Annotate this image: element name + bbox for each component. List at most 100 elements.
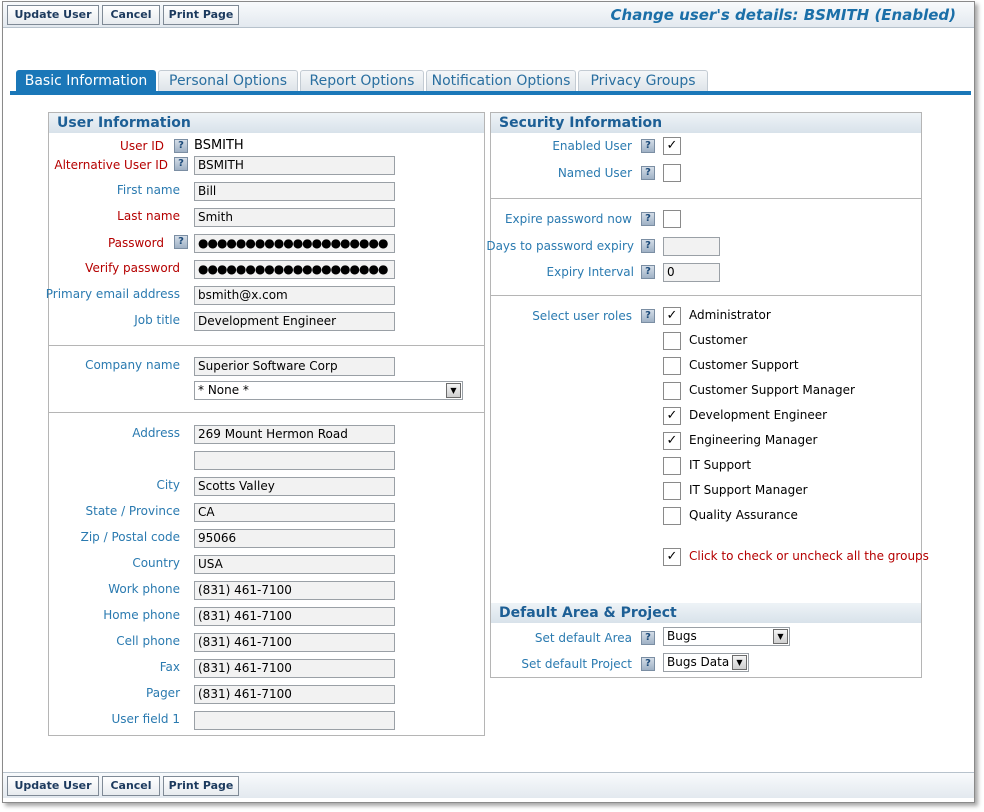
default-area-select[interactable]: Bugs ▼	[663, 627, 790, 646]
enabled-user-label: Enabled User	[552, 139, 632, 153]
work-phone-label: Work phone	[108, 582, 180, 596]
dropdown-arrow-icon[interactable]: ▼	[773, 629, 788, 644]
section-divider	[491, 295, 921, 296]
role-checkbox-customer-support-manager[interactable]	[663, 382, 681, 400]
role-label: Engineering Manager	[689, 433, 818, 447]
help-icon[interactable]: ?	[641, 212, 655, 226]
pager-input[interactable]: (831) 461-7100	[194, 685, 395, 704]
cancel-button[interactable]: Cancel	[102, 5, 160, 25]
fax-label: Fax	[159, 660, 180, 674]
print-page-button[interactable]: Print Page	[163, 776, 239, 796]
top-toolbar: Update User Cancel Print Page Change use…	[3, 2, 974, 28]
home-phone-label: Home phone	[103, 608, 180, 622]
expire-password-checkbox[interactable]	[663, 210, 681, 228]
role-checkbox-development-engineer[interactable]: ✓	[663, 407, 681, 425]
email-input[interactable]: bsmith@x.com	[194, 286, 395, 305]
tab-report-options[interactable]: Report Options	[300, 70, 424, 92]
help-icon[interactable]: ?	[174, 235, 188, 249]
city-label: City	[156, 478, 180, 492]
tab-personal-options[interactable]: Personal Options	[158, 70, 298, 92]
print-page-button[interactable]: Print Page	[163, 5, 239, 25]
help-icon[interactable]: ?	[174, 157, 188, 171]
zip-input[interactable]: 95066	[194, 529, 395, 548]
default-project-label: Set default Project	[521, 657, 632, 671]
password-input[interactable]: ●●●●●●●●●●●●●●●●●●●●	[194, 234, 395, 253]
fax-input[interactable]: (831) 461-7100	[194, 659, 395, 678]
dropdown-arrow-icon[interactable]: ▼	[446, 383, 461, 398]
pager-label: Pager	[146, 686, 180, 700]
alt-user-id-input[interactable]: BSMITH	[194, 156, 395, 175]
expiry-interval-label: Expiry Interval	[546, 265, 634, 279]
first-name-input[interactable]: Bill	[194, 182, 395, 201]
default-area-project-heading: Default Area & Project	[491, 603, 921, 623]
default-project-select[interactable]: Bugs Data ▼	[663, 653, 749, 672]
cell-phone-label: Cell phone	[116, 634, 180, 648]
enabled-user-checkbox[interactable]: ✓	[663, 137, 681, 155]
role-checkbox-engineering-manager[interactable]: ✓	[663, 432, 681, 450]
zip-label: Zip / Postal code	[80, 530, 180, 544]
days-expiry-input[interactable]	[663, 237, 720, 256]
tab-basic-information[interactable]: Basic Information	[16, 70, 156, 92]
home-phone-input[interactable]: (831) 461-7100	[194, 607, 395, 626]
role-label: Customer Support Manager	[689, 383, 855, 397]
user-information-panel: User Information User ID ? BSMITH Altern…	[46, 112, 485, 736]
tab-underline	[10, 91, 971, 95]
expiry-interval-input[interactable]: 0	[663, 263, 720, 282]
user-information-heading: User Information	[49, 113, 484, 133]
help-icon[interactable]: ?	[641, 265, 655, 279]
company-name-input[interactable]: Superior Software Corp	[194, 357, 395, 376]
help-icon[interactable]: ?	[641, 139, 655, 153]
company-select[interactable]: * None * ▼	[194, 381, 463, 400]
help-icon[interactable]: ?	[641, 309, 655, 323]
address-line1-input[interactable]: 269 Mount Hermon Road	[194, 425, 395, 444]
tab-privacy-groups[interactable]: Privacy Groups	[578, 70, 708, 92]
role-checkbox-quality-assurance[interactable]	[663, 507, 681, 525]
role-checkbox-it-support[interactable]	[663, 457, 681, 475]
help-icon[interactable]: ?	[641, 657, 655, 671]
user-field1-label: User field 1	[111, 712, 180, 726]
update-user-button[interactable]: Update User	[7, 776, 99, 796]
named-user-checkbox[interactable]	[663, 164, 681, 182]
role-checkbox-customer[interactable]	[663, 332, 681, 350]
job-title-input[interactable]: Development Engineer	[194, 312, 395, 331]
state-input[interactable]: CA	[194, 503, 395, 522]
security-information-panel: Security Information Enabled User ? ✓ Na…	[486, 112, 929, 678]
verify-password-input[interactable]: ●●●●●●●●●●●●●●●●●●●●	[194, 260, 395, 279]
last-name-label: Last name	[117, 209, 180, 223]
role-label: IT Support Manager	[689, 483, 808, 497]
app-window: Update User Cancel Print Page Change use…	[2, 1, 975, 803]
password-label: Password	[107, 236, 164, 250]
help-icon[interactable]: ?	[641, 239, 655, 253]
bottom-toolbar: Update User Cancel Print Page	[3, 772, 974, 798]
last-name-input[interactable]: Smith	[194, 208, 395, 227]
role-label: Development Engineer	[689, 408, 828, 422]
dropdown-arrow-icon[interactable]: ▼	[732, 655, 747, 670]
tab-notification-options[interactable]: Notification Options	[426, 70, 576, 92]
toggle-all-groups-checkbox[interactable]: ✓	[663, 548, 681, 566]
country-input[interactable]: USA	[194, 555, 395, 574]
cancel-button[interactable]: Cancel	[102, 776, 160, 796]
address-line2-input[interactable]	[194, 451, 395, 470]
default-area-value: Bugs	[667, 629, 697, 643]
help-icon[interactable]: ?	[641, 631, 655, 645]
update-user-button[interactable]: Update User	[7, 5, 99, 25]
state-label: State / Province	[85, 504, 181, 518]
work-phone-input[interactable]: (831) 461-7100	[194, 581, 395, 600]
job-title-label: Job title	[134, 313, 180, 327]
named-user-label: Named User	[557, 166, 632, 180]
cell-phone-input[interactable]: (831) 461-7100	[194, 633, 395, 652]
role-label: Customer	[689, 333, 748, 347]
role-checkbox-customer-support[interactable]	[663, 357, 681, 375]
role-label: IT Support	[689, 458, 752, 472]
role-checkbox-it-support-manager[interactable]	[663, 482, 681, 500]
default-project-value: Bugs Data	[667, 655, 730, 669]
user-field1-input[interactable]	[194, 711, 395, 730]
city-input[interactable]: Scotts Valley	[194, 477, 395, 496]
first-name-label: First name	[116, 183, 180, 197]
role-label: Customer Support	[689, 358, 799, 372]
toggle-all-groups-label[interactable]: Click to check or uncheck all the groups	[689, 549, 929, 563]
help-icon[interactable]: ?	[174, 139, 188, 153]
user-id-value: BSMITH	[194, 138, 244, 153]
help-icon[interactable]: ?	[641, 166, 655, 180]
role-checkbox-administrator[interactable]: ✓	[663, 307, 681, 325]
